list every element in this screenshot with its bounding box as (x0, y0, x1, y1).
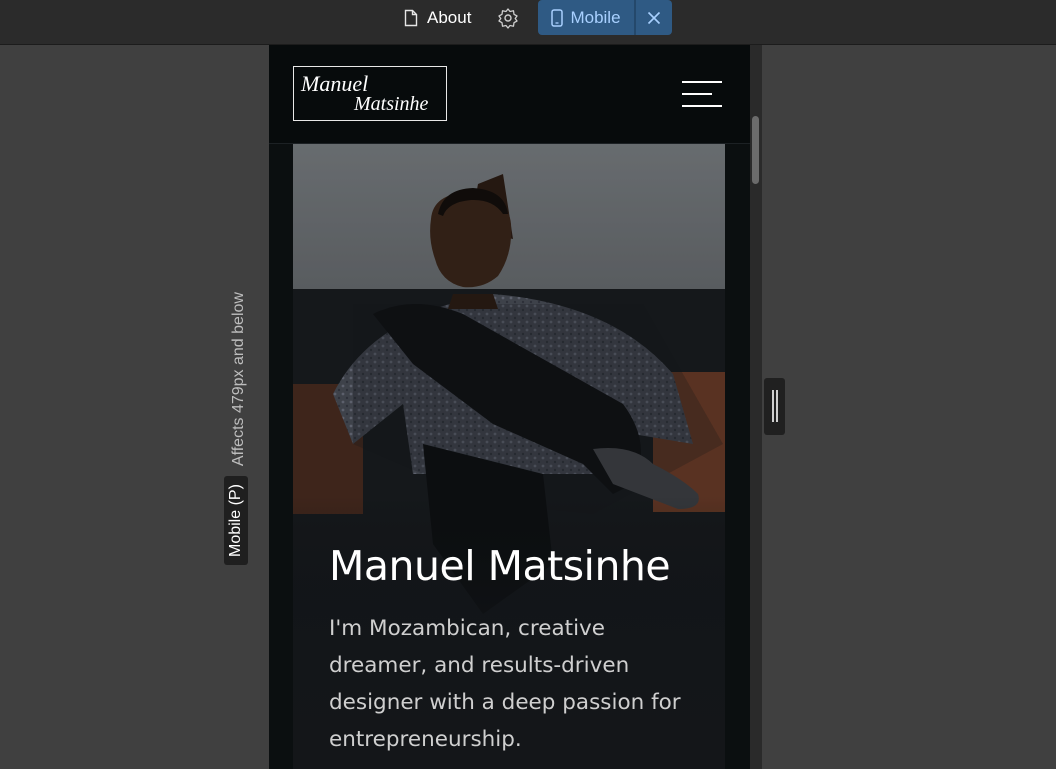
site-logo[interactable]: Manuel Matsinhe (293, 66, 447, 121)
hamburger-menu-icon[interactable] (682, 81, 722, 107)
breakpoint-tag[interactable]: Mobile (P) (224, 476, 248, 565)
gear-icon[interactable] (497, 7, 519, 29)
scrollbar-thumb[interactable] (752, 116, 759, 184)
logo-line-2: Matsinhe (354, 93, 429, 115)
hero-title: Manuel Matsinhe (329, 542, 671, 590)
resize-handle[interactable] (764, 378, 785, 435)
page-icon (404, 9, 418, 27)
page-selector[interactable]: About (404, 6, 471, 30)
breakpoint-pill: Mobile (538, 0, 672, 35)
breakpoint-affects-text: Affects 479px and below (230, 292, 247, 467)
hero-description: I'm Mozambican, creative dreamer, and re… (329, 616, 681, 752)
designer-toolbar: About Mobile (0, 0, 1056, 45)
site-navbar: Manuel Matsinhe (269, 45, 750, 144)
mobile-device-icon (551, 8, 564, 27)
mobile-preview-frame: Manuel Matsinhe Manuel Matsinhe I'm Moza… (269, 45, 750, 769)
close-icon (647, 11, 661, 24)
page-name: About (427, 8, 472, 27)
hero-section: Manuel Matsinhe I'm Mozambican, creative… (293, 144, 725, 769)
breakpoint-side-label: Mobile (P) Affects 479px and below (223, 250, 249, 565)
close-breakpoint-button[interactable] (636, 0, 672, 35)
breakpoint-button[interactable]: Mobile (538, 0, 634, 35)
preview-scrollbar[interactable] (750, 45, 762, 769)
breakpoint-label: Mobile (570, 7, 621, 27)
